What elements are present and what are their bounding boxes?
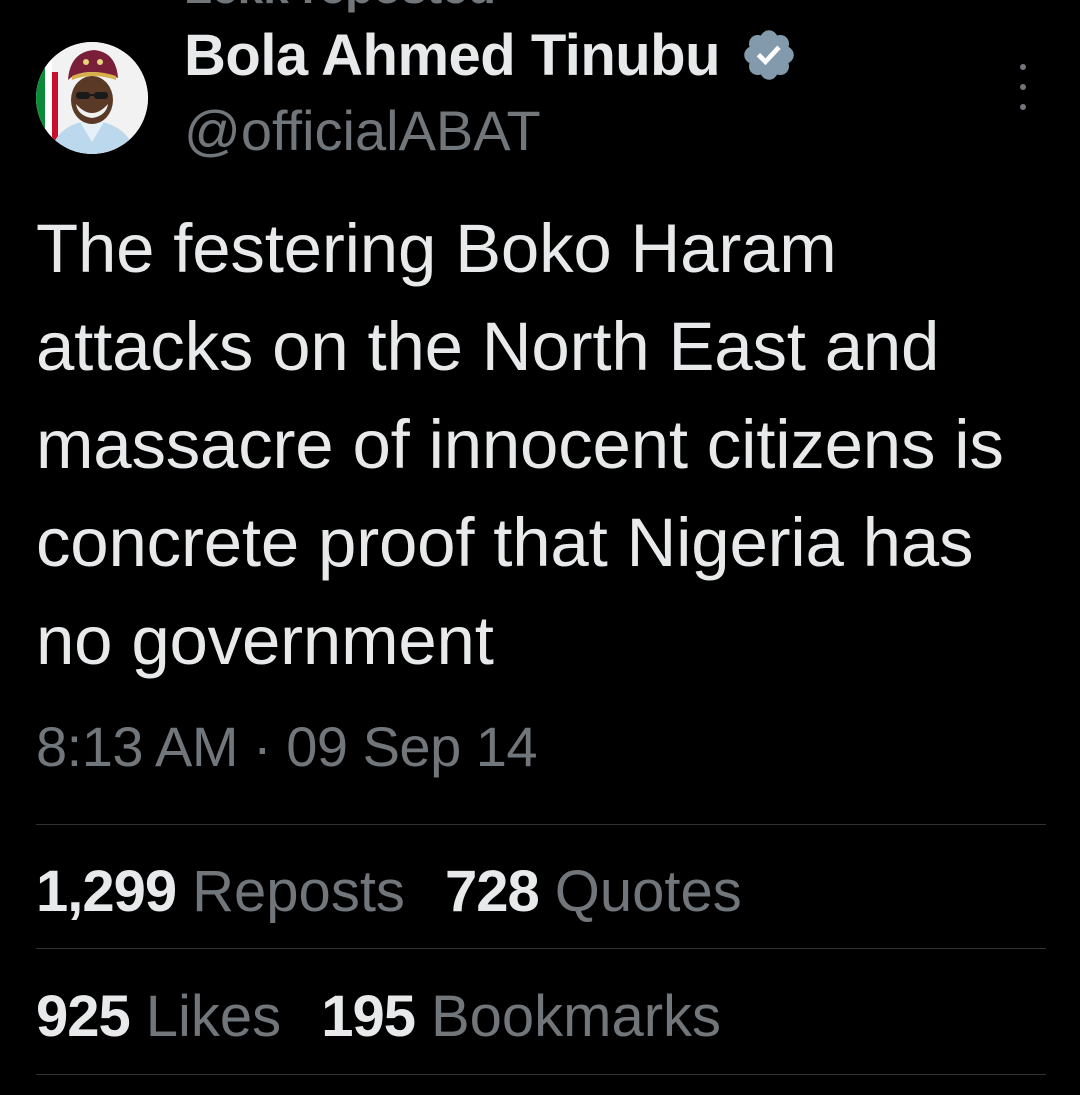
verified-badge-icon	[740, 26, 798, 84]
author-name-row[interactable]: Bola Ahmed Tinubu	[184, 20, 798, 90]
reposts-label[interactable]: Reposts	[192, 858, 405, 925]
reposts-count[interactable]: 1,299	[36, 858, 177, 925]
divider	[36, 824, 1046, 825]
tweet-timestamp[interactable]: 8:13 AM · 09 Sep 14	[36, 714, 538, 779]
tweet-text: The festering Boko Haram attacks on the …	[36, 210, 1004, 679]
author-handle[interactable]: @officialABAT	[184, 98, 541, 163]
bookmarks-label[interactable]: Bookmarks	[431, 983, 721, 1050]
quotes-count[interactable]: 728	[445, 858, 540, 925]
repost-header[interactable]: Lekk reposted	[184, 0, 496, 14]
avatar[interactable]	[36, 42, 148, 154]
stats-row-2: 925 Likes 195 Bookmarks	[36, 983, 761, 1050]
more-options-icon[interactable]	[1006, 64, 1040, 110]
avatar-image	[36, 42, 148, 154]
likes-count[interactable]: 925	[36, 983, 131, 1050]
bookmarks-count[interactable]: 195	[321, 983, 416, 1050]
stats-row-1: 1,299 Reposts 728 Quotes	[36, 858, 782, 925]
display-name[interactable]: Bola Ahmed Tinubu	[184, 22, 721, 89]
divider	[36, 948, 1046, 949]
quotes-label[interactable]: Quotes	[555, 858, 742, 925]
likes-label[interactable]: Likes	[146, 983, 281, 1050]
divider	[36, 1074, 1046, 1075]
